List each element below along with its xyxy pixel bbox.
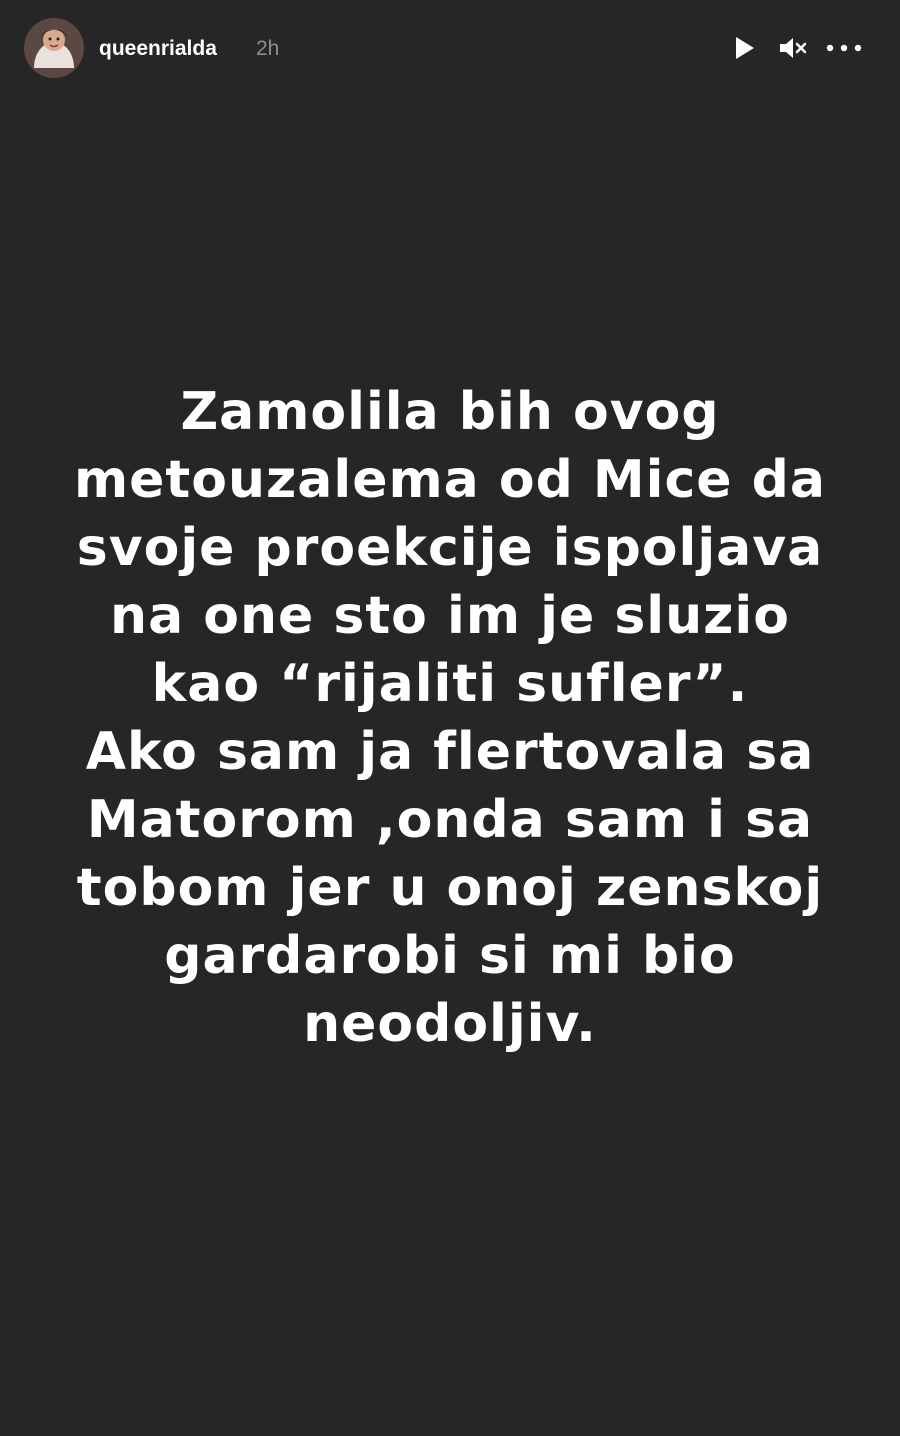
more-options-icon: [826, 44, 862, 52]
story-line: kao “rijaliti sufler”.: [151, 654, 749, 714]
story-line: gardarobi si mi bio: [164, 926, 736, 986]
speaker-muted-icon: [780, 38, 807, 58]
play-button[interactable]: [724, 28, 764, 68]
timestamp: 2h: [256, 37, 280, 60]
story-line: Zamolila bih ovog: [180, 382, 720, 442]
story-line: metouzalema od Mice da: [73, 450, 826, 510]
more-options-button[interactable]: [824, 28, 864, 68]
mute-button[interactable]: [774, 28, 814, 68]
story-line: Matorom ,onda sam i sa: [86, 790, 814, 850]
play-icon: [736, 37, 754, 59]
username[interactable]: queenrialda: [99, 36, 217, 62]
story-line: neodoljiv.: [303, 994, 597, 1054]
story-line: Ako sam ja flertovala sa: [85, 722, 815, 782]
story-controls: [724, 28, 864, 68]
profile-photo: [24, 18, 84, 78]
story-line: svoje proekcije ispoljava: [76, 518, 824, 578]
story-line: tobom jer u onoj zenskoj: [76, 858, 824, 918]
story-text: Zamolila bih ovog metouzalema od Mice da…: [40, 378, 860, 1058]
avatar[interactable]: [24, 18, 84, 78]
story-line: na one sto im je sluzio: [110, 586, 790, 646]
story-header: queenrialda 2h: [0, 0, 900, 100]
